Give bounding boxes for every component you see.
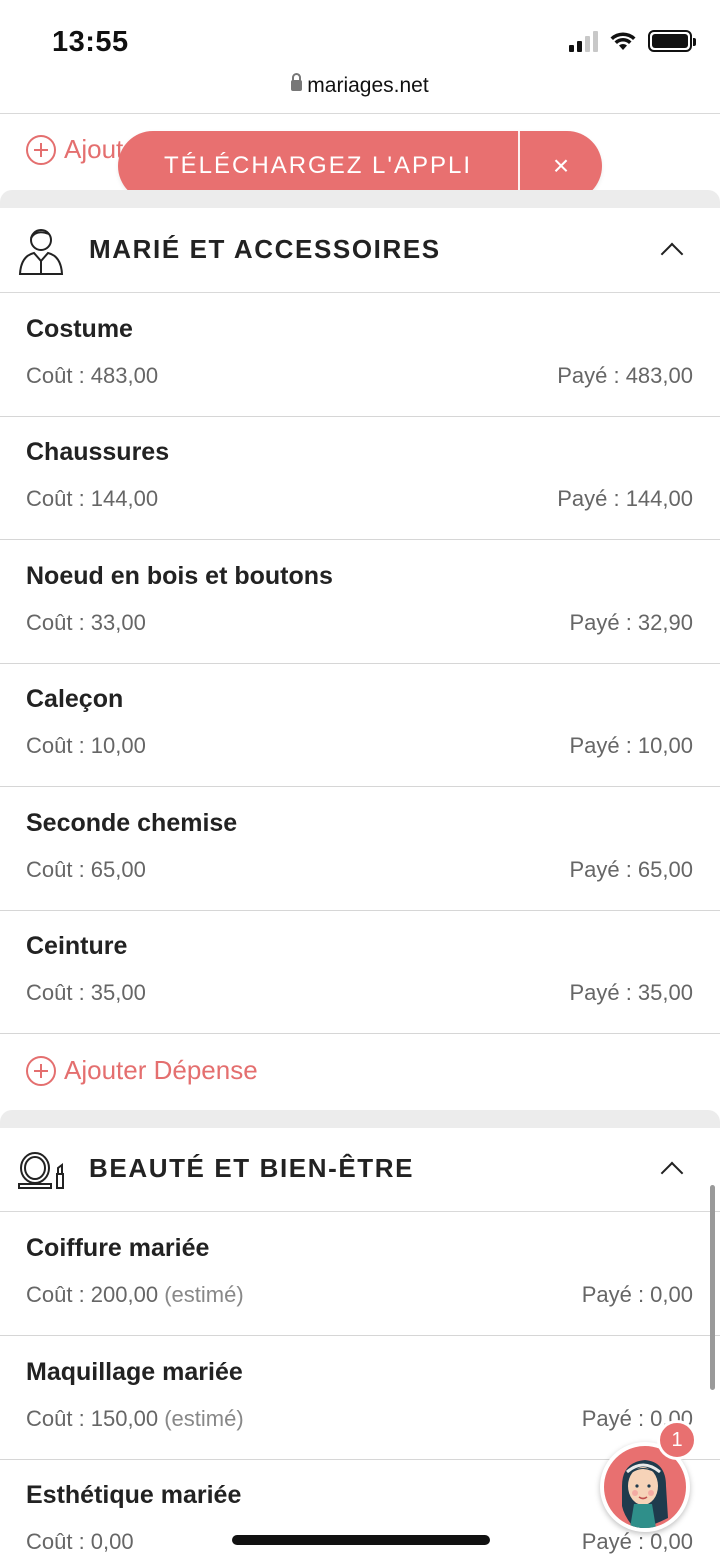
list-item[interactable]: Noeud en bois et boutons Coût : 33,00 Pa… [0, 540, 720, 664]
list-item[interactable]: Costume Coût : 483,00 Payé : 483,00 [0, 293, 720, 417]
expense-name: Noeud en bois et boutons [26, 562, 333, 590]
expense-name: Esthétique mariée [26, 1481, 242, 1509]
section-header-marie[interactable]: MARIÉ ET ACCESSOIRES [0, 207, 720, 293]
expense-name: Caleçon [26, 685, 124, 713]
expense-paid: Payé : 32,90 [569, 610, 693, 635]
expense-cost: Coût : 33,00 [26, 610, 146, 635]
expense-name: Costume [26, 315, 133, 343]
url-text: mariages.net [307, 74, 429, 97]
chevron-up-icon[interactable] [660, 1161, 684, 1184]
status-time: 13:55 [52, 26, 129, 58]
close-icon[interactable]: × [520, 150, 602, 182]
list-item[interactable]: Coiffure mariée Coût : 200,00 (estimé) P… [0, 1212, 720, 1336]
groom-icon [18, 228, 64, 275]
home-indicator[interactable] [232, 1535, 490, 1545]
expense-cost: Coût : 0,00 [26, 1529, 134, 1554]
expense-cost: Coût : 200,00 (estimé) [26, 1282, 244, 1308]
status-icons [569, 30, 696, 52]
expense-name: Chaussures [26, 438, 170, 466]
expense-paid: Payé : 0,00 [581, 1282, 693, 1307]
plus-circle-icon [26, 1055, 56, 1086]
expense-name: Maquillage mariée [26, 1358, 243, 1386]
expense-name: Ceinture [26, 932, 128, 960]
section-title: BEAUTÉ ET BIEN-ÊTRE [89, 1153, 415, 1183]
list-item[interactable]: Seconde chemise Coût : 65,00 Payé : 65,0… [0, 787, 720, 911]
estimate-tag: (estimé) [164, 1282, 244, 1307]
expense-cost: Coût : 483,00 [26, 363, 159, 388]
mirror-lipstick-icon [18, 1151, 64, 1189]
section-separator [0, 190, 720, 208]
expense-name: Seconde chemise [26, 809, 238, 837]
expense-paid: Payé : 0,00 [581, 1529, 693, 1554]
cost-value: Coût : 200,00 [26, 1282, 159, 1307]
cost-value: Coût : 150,00 [26, 1406, 159, 1431]
list-item[interactable]: Ceinture Coût : 35,00 Payé : 35,00 [0, 910, 720, 1034]
divider [0, 113, 720, 114]
battery-icon [648, 30, 696, 52]
wifi-icon [610, 32, 636, 50]
status-bar: 13:55 [0, 0, 720, 70]
expense-paid: Payé : 35,00 [569, 980, 693, 1005]
section-header-beaute[interactable]: BEAUTÉ ET BIEN-ÊTRE [0, 1126, 720, 1212]
expense-paid: Payé : 65,00 [569, 857, 693, 882]
lock-icon [291, 73, 303, 91]
list-item[interactable]: Caleçon Coût : 10,00 Payé : 10,00 [0, 663, 720, 787]
expense-cost: Coût : 150,00 (estimé) [26, 1406, 244, 1432]
cellular-signal-icon [569, 30, 598, 52]
expense-paid: Payé : 10,00 [569, 733, 693, 758]
url-bar[interactable]: mariages.net [0, 73, 720, 114]
expense-cost: Coût : 10,00 [26, 733, 146, 758]
chevron-up-icon[interactable] [660, 242, 684, 265]
list-item[interactable]: Chaussures Coût : 144,00 Payé : 144,00 [0, 416, 720, 540]
estimate-tag: (estimé) [164, 1406, 244, 1431]
plus-circle-icon [26, 134, 56, 165]
expense-name: Coiffure mariée [26, 1234, 210, 1262]
expense-paid: Payé : 483,00 [557, 363, 693, 388]
notification-badge: 1 [657, 1420, 697, 1460]
section-title: MARIÉ ET ACCESSOIRES [89, 234, 441, 264]
download-app-label[interactable]: TÉLÉCHARGEZ L'APPLI [118, 152, 518, 180]
expense-paid: Payé : 144,00 [557, 486, 693, 511]
list-item[interactable]: Maquillage mariée Coût : 150,00 (estimé)… [0, 1336, 720, 1460]
scrollbar[interactable] [710, 1185, 715, 1390]
expense-cost: Coût : 144,00 [26, 486, 159, 511]
expense-cost: Coût : 65,00 [26, 857, 146, 882]
expense-cost: Coût : 35,00 [26, 980, 146, 1005]
add-expense-button[interactable]: Ajouter Dépense [26, 1055, 258, 1086]
add-expense-label: Ajouter Dépense [64, 1055, 258, 1085]
